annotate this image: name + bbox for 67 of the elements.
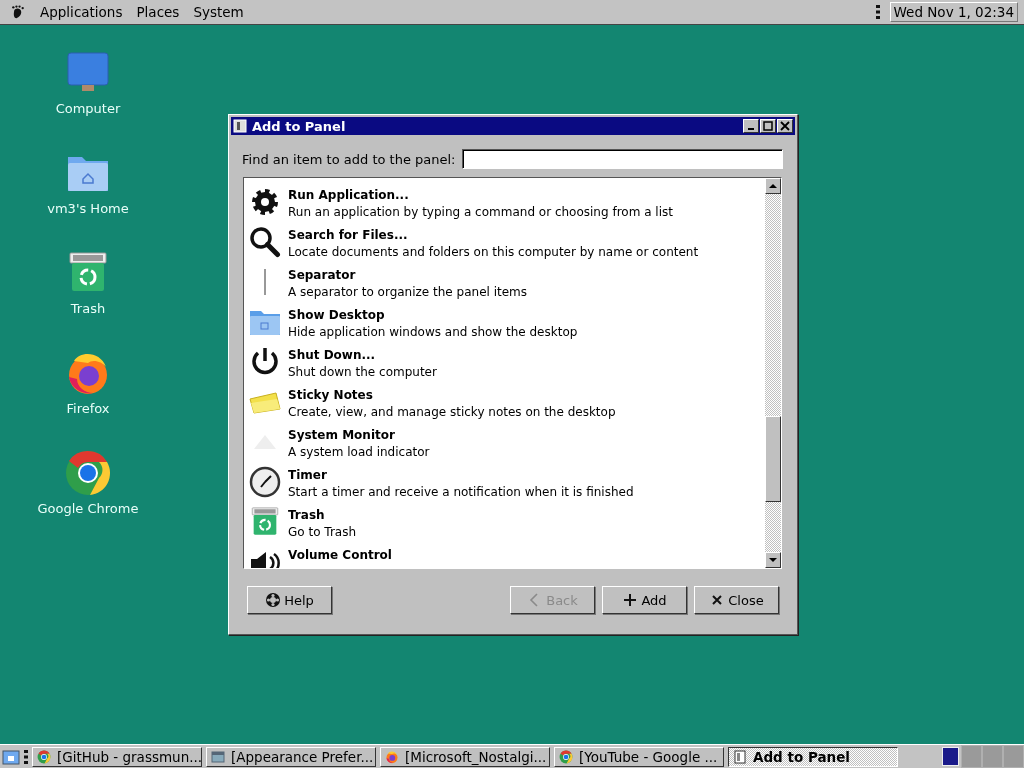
search-field[interactable]: [461, 149, 783, 169]
chrome-icon: [559, 749, 573, 764]
menu-item[interactable]: System: [191, 4, 246, 20]
close-button[interactable]: [777, 119, 793, 133]
item-title[interactable]: Run Application...: [288, 187, 673, 204]
menu-item[interactable]: Applications: [38, 4, 125, 20]
item-description: Create, view, and manage sticky notes on the desktop: [288, 404, 616, 421]
scroll-thumb[interactable]: [765, 416, 781, 502]
search-label: Find an item to add to the panel:: [242, 151, 456, 167]
clock-icon: [248, 465, 282, 499]
window-icon: [733, 749, 747, 764]
item-description: Locate documents and folders on this computer by name or content: [288, 244, 699, 261]
close-icon: [780, 121, 790, 131]
plus-icon: [622, 592, 639, 608]
item-title[interactable]: Timer: [288, 467, 634, 484]
item-title[interactable]: Sticky Notes: [288, 387, 616, 404]
taskbar-button[interactable]: [Appearance Prefer...: [206, 746, 376, 767]
item-description: Start a timer and receive a notification when it is finished: [288, 484, 634, 501]
show-desktop-icon[interactable]: [2, 747, 20, 766]
chrome-icon: [37, 749, 51, 764]
taskbar-button[interactable]: [Microsoft_Nostalgi...: [380, 746, 550, 767]
window-icon: [211, 749, 225, 764]
item-description: Shut down the computer: [288, 364, 437, 381]
chrome-icon: [64, 449, 112, 497]
help-button[interactable]: Help: [247, 586, 332, 614]
item-description: A separator to organize the panel items: [288, 284, 528, 301]
up-arrow-icon: [769, 183, 777, 189]
taskbar-button[interactable]: Add to Panel: [728, 746, 898, 767]
icon-label[interactable]: Firefox: [66, 401, 110, 416]
item-description: A system load indicator: [288, 444, 430, 461]
scroll-down-button[interactable]: [765, 552, 781, 568]
item-title[interactable]: Separator: [288, 267, 528, 284]
item-description: Go to Trash: [288, 524, 357, 541]
firefox-icon: [385, 749, 399, 764]
item-title[interactable]: Search for Files...: [288, 227, 699, 244]
maximize-button[interactable]: [760, 119, 776, 133]
window-icon[interactable]: [233, 119, 247, 133]
close-button[interactable]: Close: [694, 586, 779, 614]
item-title[interactable]: Show Desktop: [288, 307, 578, 324]
workspace-button[interactable]: [940, 745, 961, 768]
icon-label[interactable]: Computer: [55, 101, 121, 116]
item-title[interactable]: System Monitor: [288, 427, 430, 444]
clock[interactable]: Wed Nov 1, 02:34: [889, 2, 1018, 22]
icon-label[interactable]: vm3's Home: [47, 201, 129, 216]
item-description: Run an application by typing a command or choosing from a list: [288, 204, 673, 221]
handle-icon[interactable]: [24, 748, 28, 765]
maximize-icon: [763, 121, 773, 131]
item-title[interactable]: Trash: [288, 507, 357, 524]
separator-line-icon: [264, 269, 266, 295]
handle-icon[interactable]: [875, 4, 880, 20]
taskbar-button[interactable]: [GitHub - grassmun...: [32, 746, 202, 767]
minimize-icon: [748, 128, 754, 130]
search-icon: [248, 225, 282, 259]
item-description: Hide application windows and show the desktop: [288, 324, 578, 341]
icon-label[interactable]: Google Chrome: [37, 501, 139, 516]
add-button[interactable]: Add: [602, 586, 687, 614]
down-arrow-icon: [769, 557, 777, 563]
window-title: Add to Panel: [252, 118, 347, 134]
lifebuoy-icon: [265, 592, 282, 608]
minimize-button[interactable]: [743, 119, 759, 133]
scroll-up-button[interactable]: [765, 178, 781, 194]
item-title[interactable]: Volume Control: [288, 547, 392, 564]
icon-label[interactable]: Trash: [70, 301, 106, 316]
item-title[interactable]: Shut Down...: [288, 347, 437, 364]
menu-item[interactable]: Places: [134, 4, 182, 20]
scrollbar[interactable]: [765, 178, 781, 568]
taskbar-button[interactable]: [YouTube - Google ...: [554, 746, 724, 767]
